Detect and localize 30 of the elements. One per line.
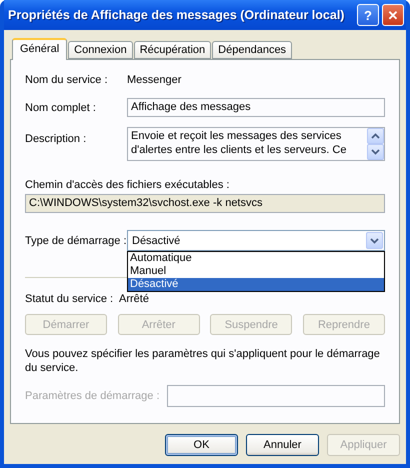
window-title: Propriétés de Affichage des messages (Ordinateur local) <box>8 8 346 22</box>
chevron-up-icon <box>371 133 380 139</box>
service-name: Messenger <box>127 74 182 86</box>
field-label: Statut du service : <box>25 293 114 305</box>
field-label: Chemin d'accès des fichiers exécutables : <box>25 179 230 191</box>
display-name-field[interactable]: Affichage des messages <box>127 98 385 117</box>
scroll-up-button[interactable] <box>367 128 384 144</box>
field-label: Nom complet : <box>25 101 97 114</box>
start-params-field[interactable] <box>167 385 385 407</box>
chevron-down-icon <box>370 238 379 244</box>
info-text: Vous pouvez spécifier les paramètres qui s'appliquent pour le démarrage du service. <box>25 347 381 375</box>
field-label: Type de démarrage : <box>25 234 127 246</box>
description-field[interactable]: Envoie et reçoit les messages des services d'alertes entre les clients et les serveurs. Ce <box>127 127 385 161</box>
dialog-button[interactable]: OK <box>165 434 238 456</box>
dialog-button[interactable]: Annuler <box>246 434 319 456</box>
field-label: Paramètres de démarrage : <box>25 390 161 402</box>
tab[interactable]: Récupération <box>134 41 212 59</box>
dropdown-option[interactable]: Désactivé <box>128 278 384 291</box>
scroll-down-button[interactable] <box>367 144 384 160</box>
close-button[interactable]: ✕ <box>382 4 404 26</box>
dropdown-button[interactable] <box>366 232 383 249</box>
tab[interactable]: Général <box>12 38 68 60</box>
tab[interactable]: Connexion <box>68 41 133 59</box>
field-label: Nom du service : <box>25 74 109 86</box>
service-status: Arrêté <box>119 293 149 305</box>
path-field: C:\WINDOWS\system32\svchost.exe -k netsvcs <box>25 194 385 213</box>
field-label: Description : <box>25 132 88 145</box>
help-button[interactable]: ? <box>357 4 379 26</box>
chevron-down-icon <box>371 149 380 155</box>
tab[interactable]: Dépendances <box>212 41 292 59</box>
